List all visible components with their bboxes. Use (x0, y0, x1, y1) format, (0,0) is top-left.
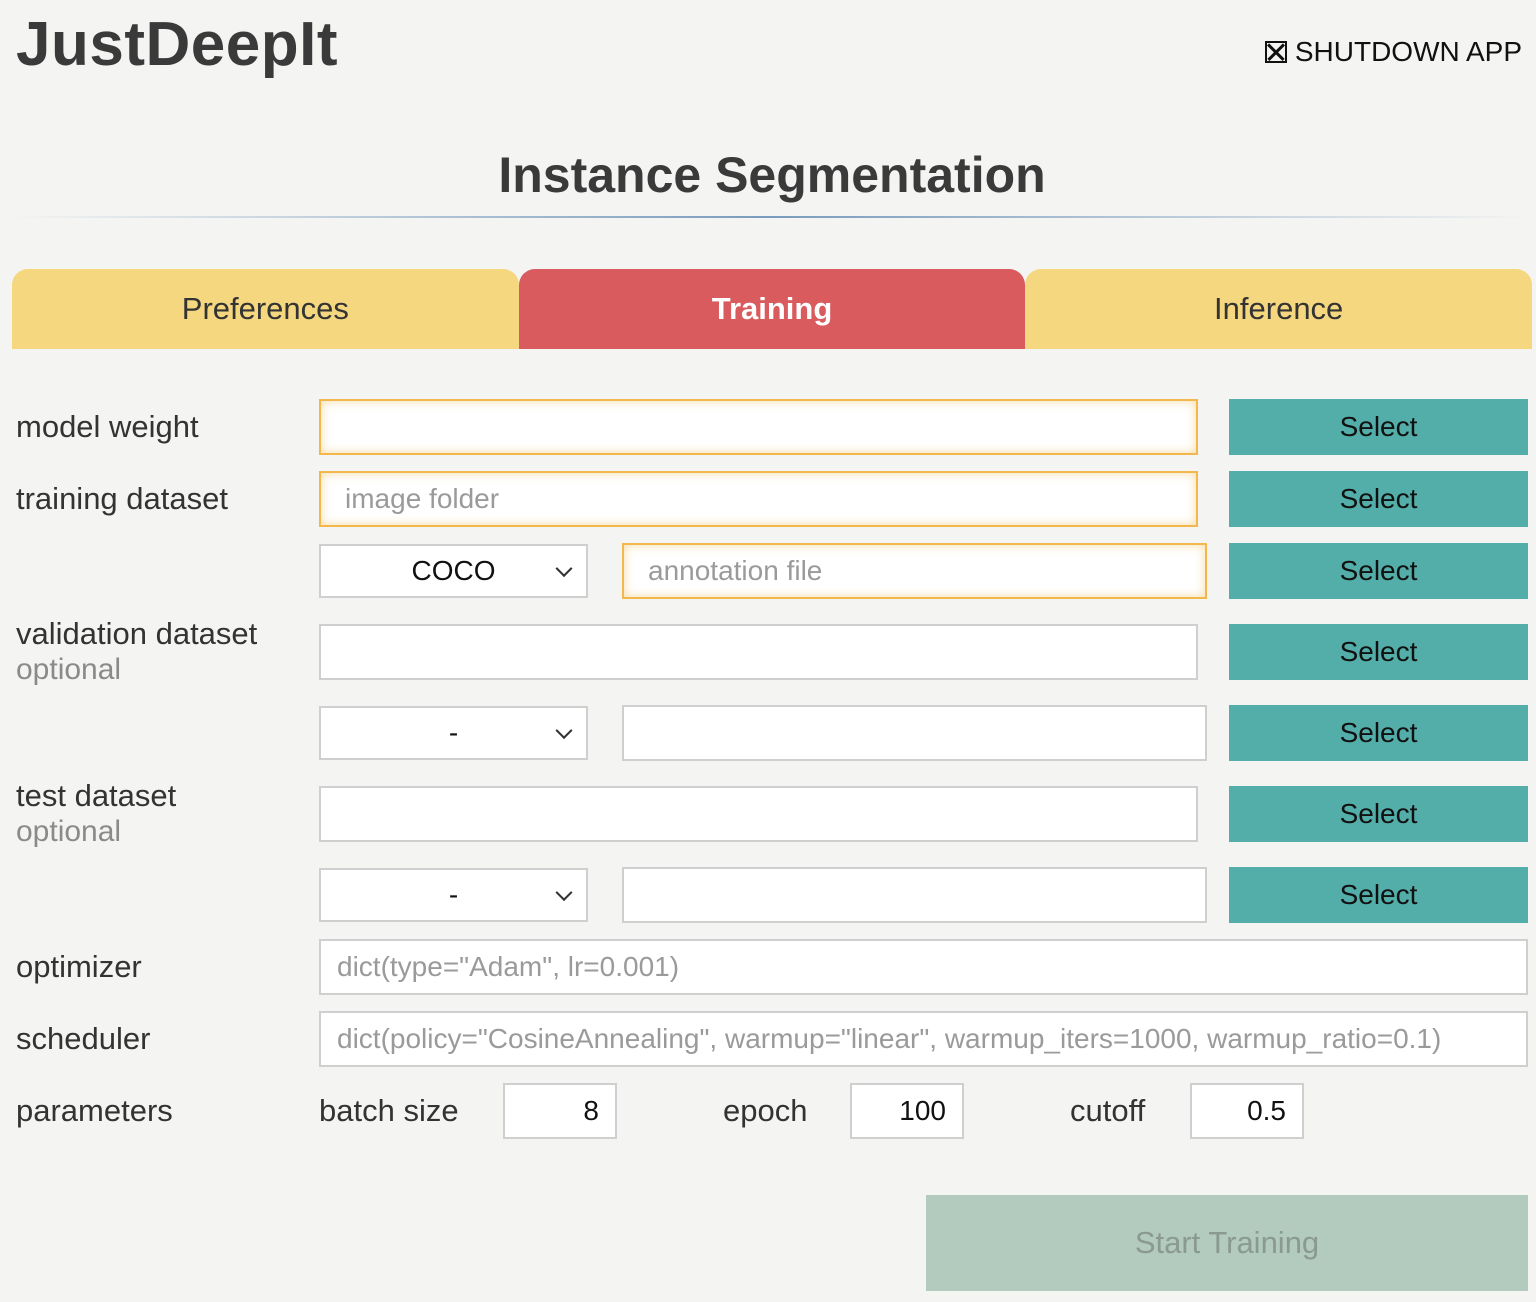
shutdown-label: SHUTDOWN APP (1294, 36, 1522, 67)
tab-training[interactable]: Training (518, 269, 1026, 349)
validation-annotation-input[interactable] (622, 705, 1207, 761)
model-weight-input[interactable] (319, 399, 1198, 455)
test-format-value: - (448, 879, 459, 910)
start-training-button[interactable]: Start Training (926, 1195, 1528, 1291)
validation-annotation-select-button[interactable]: Select (1229, 705, 1528, 761)
optimizer-input[interactable] (319, 939, 1528, 995)
training-format-value: COCO (411, 555, 496, 586)
batch-size-input[interactable]: 8 (503, 1083, 617, 1139)
validation-optional-note: optional (16, 653, 122, 686)
validation-image-select-button[interactable]: Select (1229, 624, 1528, 680)
title-divider (12, 216, 1530, 218)
chevron-down-icon (555, 884, 573, 902)
cutoff-label: cutoff (1070, 1093, 1146, 1128)
training-annotation-input[interactable] (622, 543, 1207, 599)
test-dataset-title: test dataset (16, 778, 177, 813)
validation-image-folder-input[interactable] (319, 624, 1198, 680)
close-box-icon (1264, 41, 1287, 63)
training-dataset-label: training dataset (16, 481, 228, 516)
tab-inference[interactable]: Inference (1025, 269, 1533, 349)
test-dataset-label: test dataset optional (16, 778, 176, 850)
batch-size-label: batch size (319, 1093, 459, 1128)
model-weight-label: model weight (16, 409, 199, 444)
app-title: JustDeepIt (16, 10, 338, 79)
tab-preferences[interactable]: Preferences (12, 269, 519, 349)
epoch-label: epoch (723, 1093, 808, 1128)
scheduler-input[interactable] (319, 1011, 1528, 1067)
shutdown-button[interactable]: SHUTDOWN APP (1264, 36, 1522, 68)
training-image-select-button[interactable]: Select (1229, 471, 1528, 527)
test-image-folder-input[interactable] (319, 786, 1198, 842)
training-format-select[interactable]: COCO (319, 544, 588, 598)
test-format-select[interactable]: - (319, 868, 588, 922)
scheduler-label: scheduler (16, 1021, 151, 1056)
validation-format-select[interactable]: - (319, 706, 588, 760)
page-title: Instance Segmentation (498, 147, 1046, 203)
training-image-folder-input[interactable] (319, 471, 1198, 527)
test-annotation-select-button[interactable]: Select (1229, 867, 1528, 923)
parameters-label: parameters (16, 1093, 173, 1128)
validation-dataset-title: validation dataset (16, 616, 258, 651)
validation-dataset-label: validation dataset optional (16, 616, 257, 688)
tab-bar: Preferences Training Inference (12, 269, 1533, 349)
test-image-select-button[interactable]: Select (1229, 786, 1528, 842)
test-optional-note: optional (16, 815, 122, 848)
epoch-input[interactable]: 100 (850, 1083, 964, 1139)
chevron-down-icon (555, 560, 573, 578)
training-annotation-select-button[interactable]: Select (1229, 543, 1528, 599)
test-annotation-input[interactable] (622, 867, 1207, 923)
validation-format-value: - (448, 717, 459, 748)
optimizer-label: optimizer (16, 949, 142, 984)
model-weight-select-button[interactable]: Select (1229, 399, 1528, 455)
chevron-down-icon (555, 722, 573, 740)
cutoff-input[interactable]: 0.5 (1190, 1083, 1304, 1139)
